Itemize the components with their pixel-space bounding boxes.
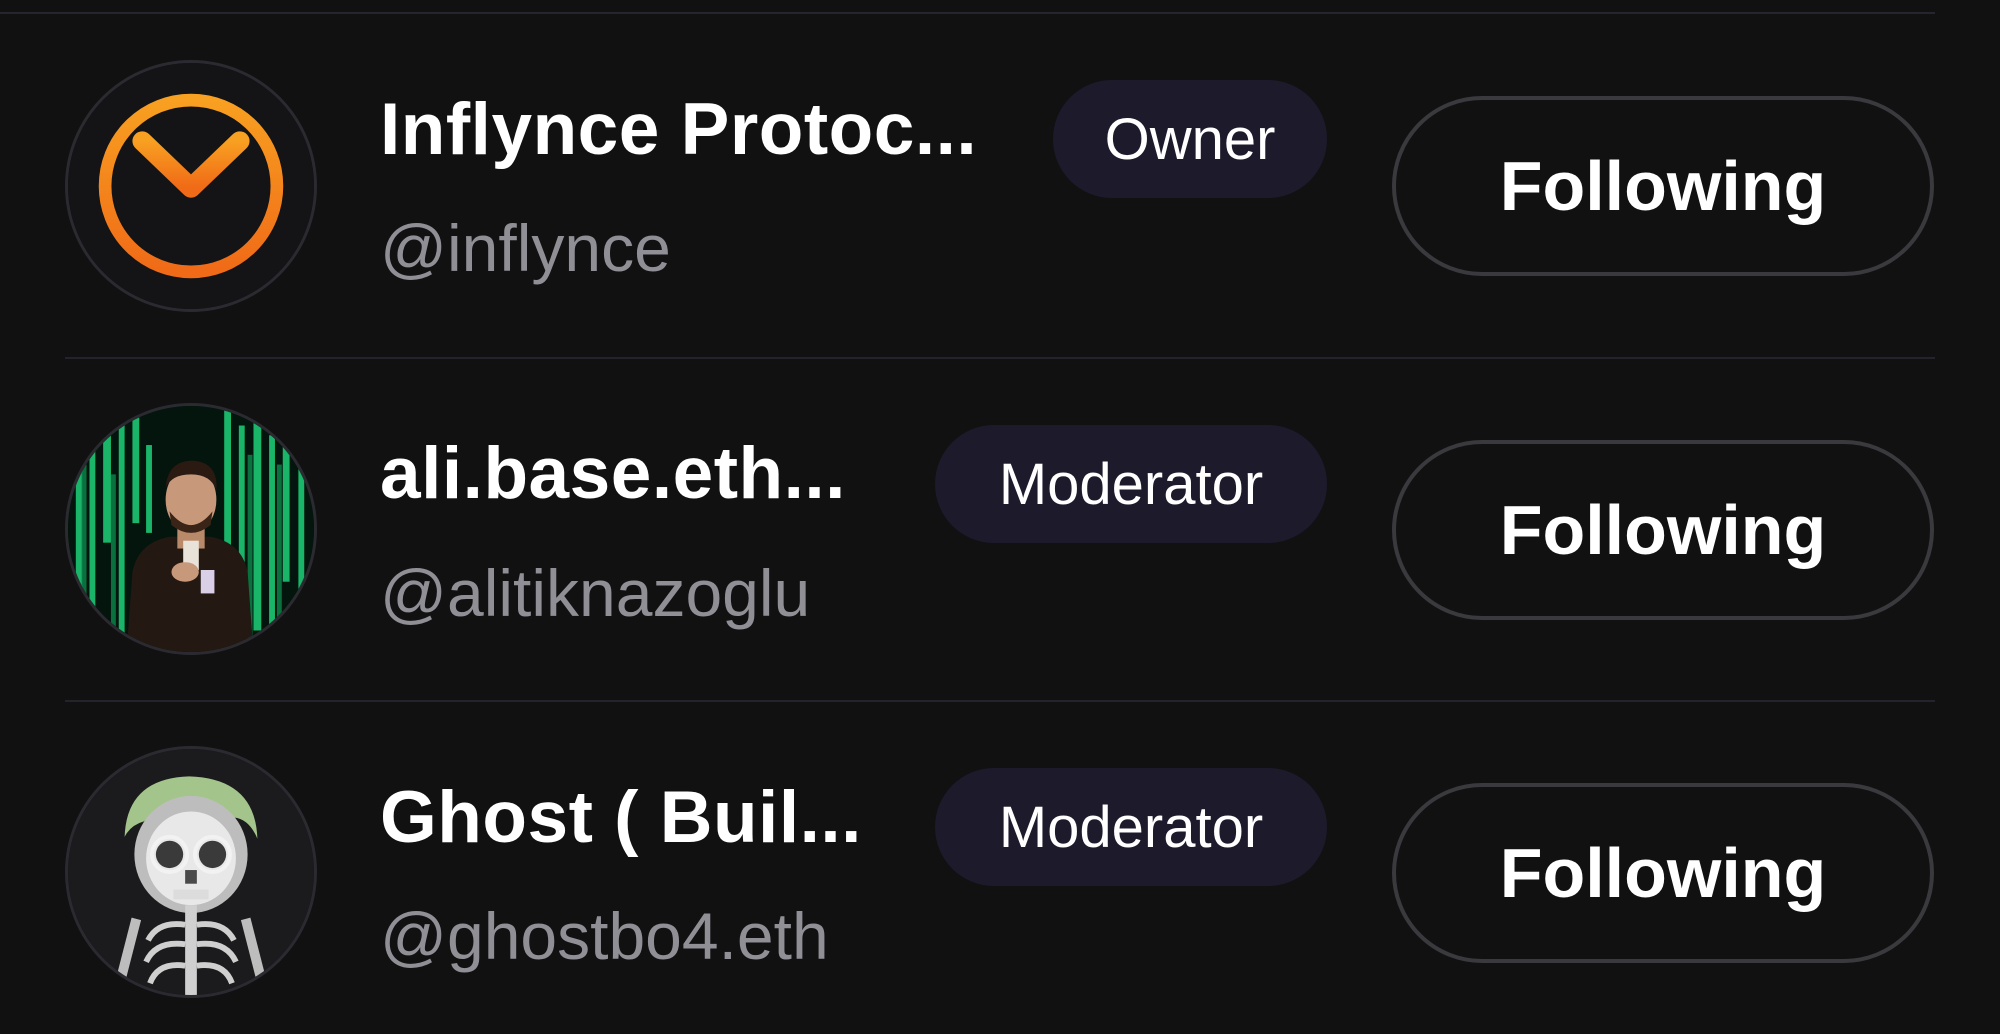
member-row[interactable]: Inflynce Protoc... Owner @inflynce Follo… bbox=[0, 14, 2000, 359]
member-name: Inflynce Protoc... bbox=[380, 89, 978, 170]
member-row[interactable]: ali.base.eth... Moderator @alitiknazoglu… bbox=[0, 359, 2000, 704]
role-badge: Moderator bbox=[935, 425, 1327, 543]
member-row[interactable]: Ghost ( Buil... Moderator @ghostbo4.eth … bbox=[0, 702, 2000, 1034]
role-badge: Moderator bbox=[935, 768, 1327, 886]
skeleton-avatar[interactable] bbox=[65, 746, 317, 998]
member-list: Inflynce Protoc... Owner @inflynce Follo… bbox=[0, 0, 2000, 1034]
user-photo-avatar[interactable] bbox=[65, 403, 317, 655]
following-button[interactable]: Following bbox=[1392, 440, 1934, 620]
inflynce-logo-icon[interactable] bbox=[65, 60, 317, 312]
role-badge: Owner bbox=[1053, 80, 1327, 198]
member-name: ali.base.eth... bbox=[380, 433, 846, 514]
member-handle: @inflynce bbox=[380, 211, 671, 285]
member-handle: @alitiknazoglu bbox=[380, 556, 811, 630]
member-handle: @ghostbo4.eth bbox=[380, 899, 829, 973]
member-name: Ghost ( Buil... bbox=[380, 777, 862, 858]
following-button[interactable]: Following bbox=[1392, 783, 1934, 963]
following-button[interactable]: Following bbox=[1392, 96, 1934, 276]
